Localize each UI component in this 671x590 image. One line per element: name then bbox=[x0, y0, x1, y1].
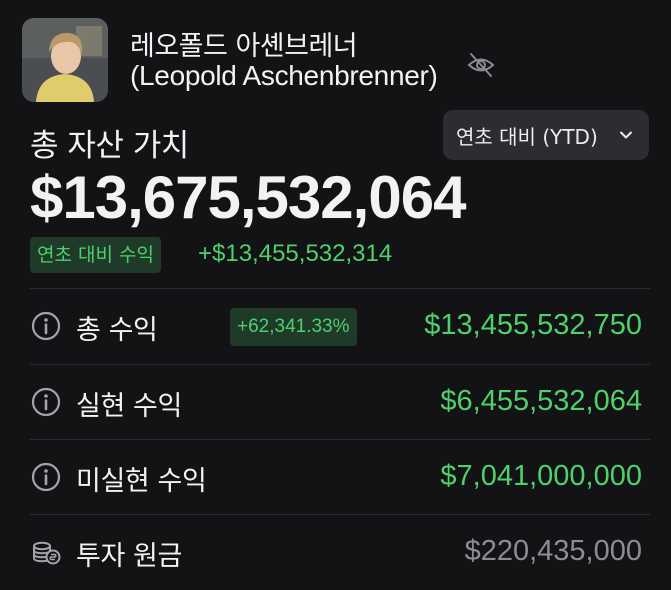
total-return-percent-badge: +62,341.33% bbox=[230, 308, 357, 346]
period-select-button[interactable]: 연초 대비 (YTD) bbox=[443, 110, 649, 160]
invested-principal-value: $220,435,000 bbox=[464, 535, 642, 567]
profile-name-korean: 레오폴드 아셴브레너 bbox=[130, 31, 358, 62]
chevron-down-icon bbox=[619, 127, 633, 141]
total-return-value: $13,455,532,750 bbox=[424, 309, 642, 341]
unrealized-return-value: $7,041,000,000 bbox=[440, 460, 642, 492]
unrealized-return-row: 미실현 수익 $7,041,000,000 bbox=[30, 439, 642, 515]
profile-header: 레오폴드 아셴브레너 (Leopold Aschenbrenner) bbox=[22, 18, 642, 102]
profile-name-english: (Leopold Aschenbrenner) bbox=[130, 60, 438, 91]
period-select-label: 연초 대비 (YTD) bbox=[456, 124, 598, 149]
realized-return-row: 실현 수익 $6,455,532,064 bbox=[30, 364, 642, 440]
total-asset-value: $13,675,532,064 bbox=[30, 164, 466, 231]
unrealized-return-label: 미실현 수익 bbox=[76, 466, 207, 497]
coins-icon bbox=[30, 536, 62, 568]
realized-return-label: 실현 수익 bbox=[76, 391, 182, 422]
realized-return-value: $6,455,532,064 bbox=[440, 385, 642, 417]
info-icon[interactable] bbox=[30, 461, 62, 493]
total-return-row: 총 수익 +62,341.33% $13,455,532,750 bbox=[30, 288, 642, 364]
total-asset-label: 총 자산 가치 bbox=[30, 128, 189, 164]
eye-slash-icon[interactable] bbox=[466, 50, 496, 80]
invested-principal-row: 투자 원금 $220,435,000 bbox=[30, 514, 642, 590]
avatar[interactable] bbox=[22, 18, 108, 102]
invested-principal-label: 투자 원금 bbox=[76, 541, 182, 572]
ytd-return-amount: +$13,455,532,314 bbox=[198, 240, 393, 267]
info-icon[interactable] bbox=[30, 386, 62, 418]
total-return-label: 총 수익 bbox=[76, 315, 158, 346]
info-icon[interactable] bbox=[30, 310, 62, 342]
ytd-return-badge: 연초 대비 수익 bbox=[30, 237, 161, 273]
